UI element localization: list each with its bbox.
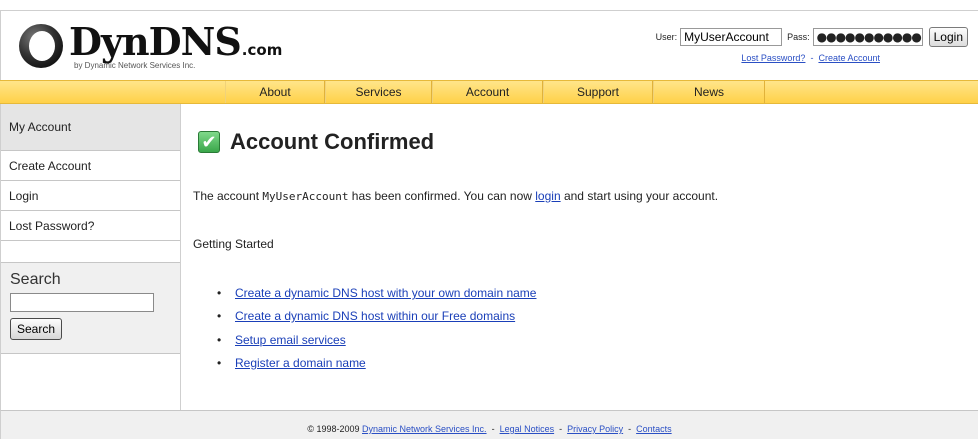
main-nav-bar: About Services Account Support News — [0, 80, 978, 104]
username-input[interactable] — [680, 28, 783, 46]
link-email-services[interactable]: Setup email services — [235, 333, 346, 347]
login-button[interactable]: Login — [928, 27, 968, 47]
confirm-prefix: The account — [193, 189, 263, 203]
list-item: Create a dynamic DNS host with your own … — [217, 282, 536, 306]
list-item: Setup email services — [217, 329, 536, 353]
link-separator: - — [810, 53, 814, 63]
nav-item-services[interactable]: Services — [325, 81, 432, 103]
create-account-link[interactable]: Create Account — [818, 53, 880, 63]
nav-item-about[interactable]: About — [225, 81, 325, 103]
sidebar-item-login[interactable]: Login — [1, 181, 180, 211]
copyright-text: © 1998-2009 — [307, 424, 360, 434]
password-input[interactable]: ●●●●●●●●●●● — [812, 28, 923, 46]
search-input[interactable] — [10, 293, 154, 312]
pass-label: Pass: — [787, 32, 810, 42]
list-item: Register a domain name — [217, 352, 536, 376]
company-link[interactable]: Dynamic Network Services Inc. — [362, 424, 487, 434]
link-own-domain-host[interactable]: Create a dynamic DNS host with your own … — [235, 286, 536, 300]
nav-item-support[interactable]: Support — [543, 81, 653, 103]
link-register-domain[interactable]: Register a domain name — [235, 356, 366, 370]
search-title: Search — [10, 271, 61, 288]
account-name: MyUserAccount — [262, 190, 349, 203]
list-item: Create a dynamic DNS host within our Fre… — [217, 305, 536, 329]
footer-separator: - — [491, 424, 495, 434]
sidebar: My Account Create Account Login Lost Pas… — [0, 104, 181, 410]
search-button[interactable]: Search — [10, 318, 63, 340]
sidebar-item-create-account[interactable]: Create Account — [1, 151, 180, 181]
confirm-suffix: and start using your account. — [560, 189, 719, 203]
getting-started-heading: Getting Started — [193, 237, 274, 251]
legal-notices-link[interactable]: Legal Notices — [500, 424, 555, 434]
confirmation-message: The account MyUserAccount has been confi… — [193, 189, 718, 203]
getting-started-links: Create a dynamic DNS host with your own … — [217, 282, 536, 375]
logo-wordmark: DynDNS — [69, 19, 242, 64]
dyndns-logo-icon — [19, 24, 63, 68]
contacts-link[interactable]: Contacts — [636, 424, 672, 434]
confirm-middle: has been confirmed. You can now — [348, 189, 536, 203]
site-footer: © 1998-2009 Dynamic Network Services Inc… — [0, 410, 978, 439]
nav-item-news[interactable]: News — [653, 81, 765, 103]
nav-item-account[interactable]: Account — [432, 81, 543, 103]
login-form: User: Pass: ●●●●●●●●●●● Login Lost Passw… — [656, 27, 968, 63]
logo-tagline: by Dynamic Network Services Inc. — [74, 61, 196, 70]
page-title: Account Confirmed — [230, 129, 435, 154]
lost-password-link[interactable]: Lost Password? — [741, 53, 805, 63]
checkbox-checked-icon: ✔ — [198, 131, 220, 153]
search-panel: Search Search — [1, 262, 180, 354]
main-content: ✔ Account Confirmed The account MyUserAc… — [193, 104, 973, 410]
user-label: User: — [655, 32, 678, 42]
link-free-domain-host[interactable]: Create a dynamic DNS host within our Fre… — [235, 309, 515, 323]
site-header: DynDNS .com by Dynamic Network Services … — [0, 11, 978, 80]
login-link[interactable]: login — [535, 189, 560, 203]
sidebar-item-lost-password[interactable]: Lost Password? — [1, 211, 180, 241]
privacy-policy-link[interactable]: Privacy Policy — [567, 424, 623, 434]
logo-suffix: .com — [241, 41, 283, 59]
title-row: ✔ Account Confirmed — [198, 129, 434, 155]
footer-separator: - — [559, 424, 563, 434]
footer-separator: - — [628, 424, 632, 434]
sidebar-header[interactable]: My Account — [1, 104, 180, 151]
